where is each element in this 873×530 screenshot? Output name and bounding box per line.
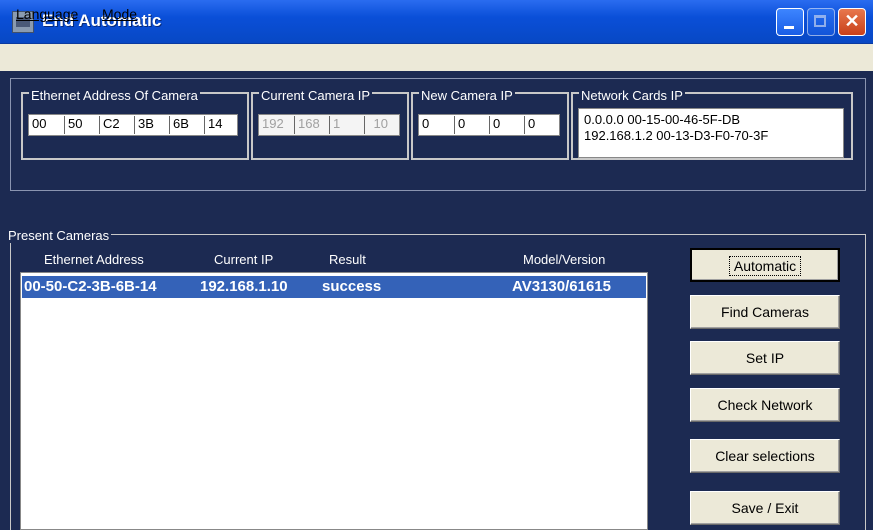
new-ip-octet-3[interactable]: 0	[489, 116, 519, 134]
menu-bar	[0, 44, 873, 71]
maximize-button[interactable]	[807, 8, 835, 36]
close-icon: ✕	[844, 11, 860, 31]
ethernet-octet-6[interactable]: 14	[204, 116, 234, 134]
row-result: success	[322, 278, 382, 295]
ethernet-octet-4[interactable]: 3B	[134, 116, 164, 134]
column-current-ip[interactable]: Current IP	[214, 252, 273, 267]
column-result[interactable]: Result	[329, 252, 366, 267]
new-ip-octet-4[interactable]: 0	[524, 116, 554, 134]
column-model-version[interactable]: Model/Version	[523, 252, 605, 267]
new-ip-group-title: New Camera IP	[419, 88, 515, 103]
find-cameras-button[interactable]: Find Cameras	[690, 295, 840, 329]
ethernet-octet-2[interactable]: 50	[64, 116, 94, 134]
close-button[interactable]: ✕	[838, 8, 866, 36]
row-model: AV3130/61615	[512, 278, 611, 295]
automatic-button[interactable]: Automatic	[690, 248, 840, 282]
current-ip-group-title: Current Camera IP	[259, 88, 373, 103]
present-cameras-title: Present Cameras	[6, 228, 112, 243]
set-ip-button[interactable]: Set IP	[690, 341, 840, 375]
network-cards-group-title: Network Cards IP	[579, 88, 685, 103]
save-exit-button[interactable]: Save / Exit	[690, 491, 840, 525]
table-row[interactable]: 00-50-C2-3B-6B-14 192.168.1.10 success A…	[22, 276, 646, 298]
current-ip-octet-3: 1	[329, 116, 359, 134]
automatic-button-label: Automatic	[728, 256, 802, 276]
network-card-line: 0.0.0.0 00-15-00-46-5F-DB	[584, 112, 741, 127]
network-card-line: 192.168.1.2 00-13-D3-F0-70-3F	[584, 128, 769, 143]
menu-language[interactable]: Language	[16, 6, 78, 22]
network-cards-list[interactable]: 0.0.0.0 00-15-00-46-5F-DB 192.168.1.2 00…	[578, 108, 844, 158]
ethernet-octet-5[interactable]: 6B	[169, 116, 199, 134]
ethernet-group-title: Ethernet Address Of Camera	[29, 88, 200, 103]
new-ip-octet-2[interactable]: 0	[454, 116, 484, 134]
check-network-button[interactable]: Check Network	[690, 388, 840, 422]
current-ip-octet-1: 192	[262, 116, 284, 131]
current-ip-octet-4: 10	[364, 116, 394, 134]
new-ip-octet-1[interactable]: 0	[419, 116, 449, 134]
minimize-button[interactable]	[776, 8, 804, 36]
row-ip: 192.168.1.10	[200, 278, 288, 295]
ethernet-octet-3[interactable]: C2	[99, 116, 129, 134]
row-ethernet: 00-50-C2-3B-6B-14	[24, 278, 157, 295]
clear-selections-button[interactable]: Clear selections	[690, 439, 840, 473]
menu-mode[interactable]: Mode	[102, 6, 137, 22]
camera-list[interactable]	[20, 272, 648, 530]
current-ip-octet-2: 168	[294, 116, 324, 134]
ethernet-octet-1[interactable]: 00	[29, 116, 59, 134]
column-ethernet-address[interactable]: Ethernet Address	[44, 252, 144, 267]
